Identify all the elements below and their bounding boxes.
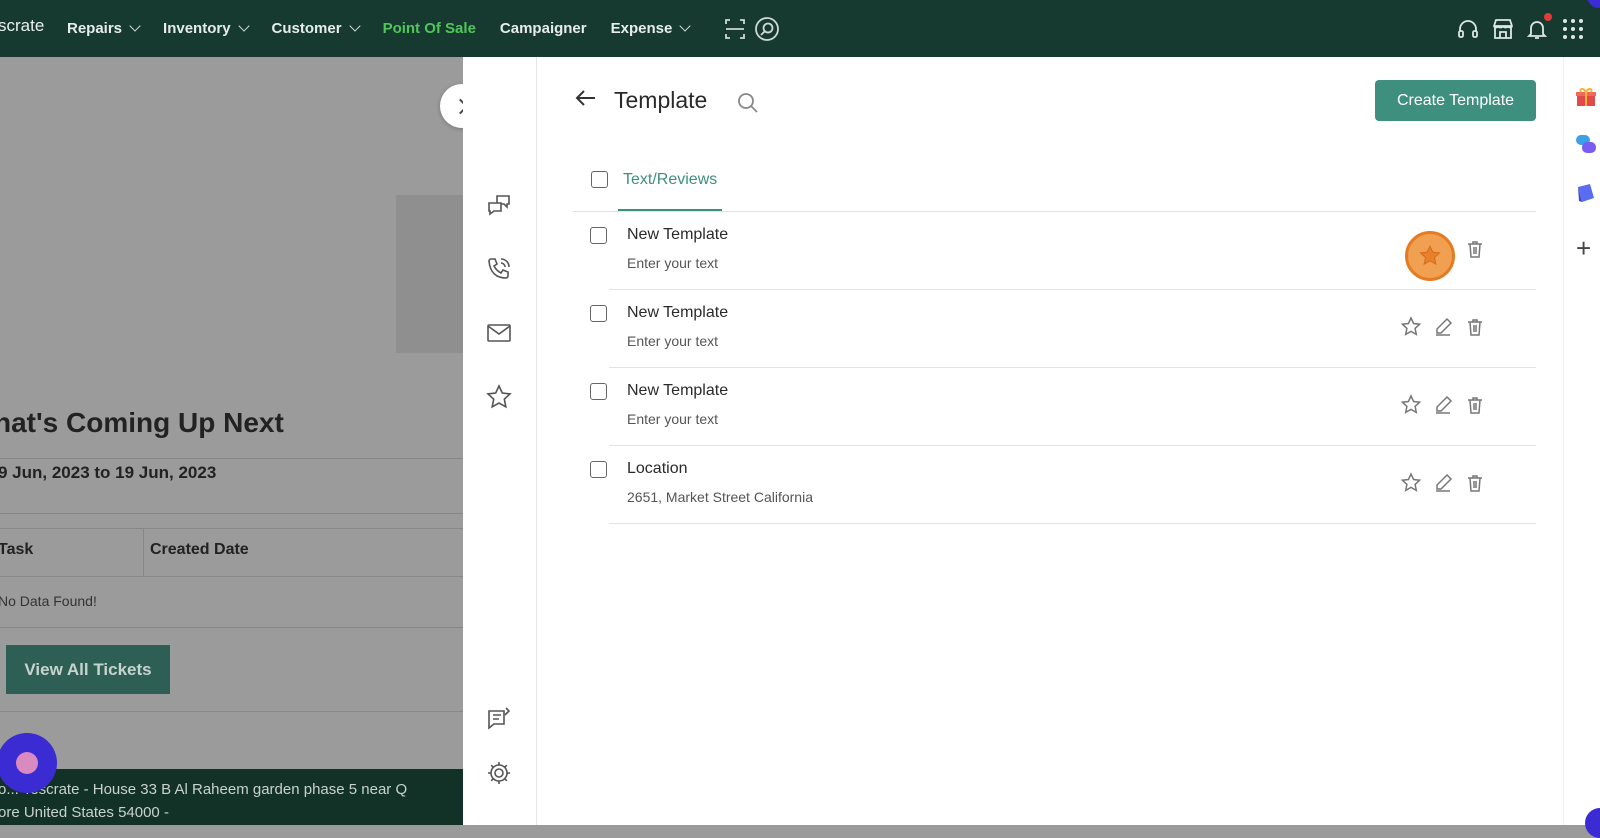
trash-icon[interactable] [1464,316,1486,338]
template-title: Location [627,460,688,477]
cube-app-icon[interactable] [1574,181,1598,205]
divider [0,711,463,712]
add-app-icon[interactable]: + [1576,235,1591,261]
footer: o... Tescrate - House 33 B Al Raheem gar… [0,769,463,825]
background-dashboard: hat's Coming Up Next 9 Jun, 2023 to 19 J… [0,57,463,825]
feedback-note-icon[interactable] [485,705,513,733]
divider [0,513,463,514]
template-row[interactable]: New Template Enter your text [573,368,1536,446]
nav-campaigner[interactable]: Campaigner [500,20,587,37]
notification-dot [1544,13,1552,21]
star-icon[interactable] [1400,472,1422,494]
divider [0,627,463,628]
nav-label: Expense [610,20,673,37]
edit-icon[interactable] [1432,472,1454,494]
chevron-down-icon [129,20,141,32]
drawer-side-nav [463,57,537,825]
top-navbar: scrate Repairs Inventory Customer Point … [0,0,1600,57]
chevron-down-icon [237,20,250,32]
trash-icon[interactable] [1464,238,1486,260]
settings-gear-icon[interactable] [485,759,513,787]
panel-title: Template [614,87,708,113]
star-icon[interactable] [485,383,513,411]
template-title: New Template [627,304,729,321]
upcoming-heading: hat's Coming Up Next [0,407,284,438]
nav-expense[interactable]: Expense [610,20,691,37]
search-icon[interactable] [754,16,780,42]
chat-launcher-icon [16,752,38,774]
row-divider [609,523,1536,524]
search-icon[interactable] [736,91,760,115]
date-range: 9 Jun, 2023 to 19 Jun, 2023 [0,463,217,482]
template-subtitle: Enter your text [627,411,719,427]
row-checkbox[interactable] [590,227,607,244]
column-divider [143,528,144,576]
footer-address-line1: o... Tescrate - House 33 B Al Raheem gar… [0,781,408,798]
nav-customer[interactable]: Customer [271,20,361,37]
main-menu: Repairs Inventory Customer Point Of Sale… [67,0,713,57]
right-app-rail: + [1563,57,1600,825]
chevron-down-icon [679,20,691,32]
gift-box-icon[interactable] [1574,85,1598,109]
row-checkbox[interactable] [590,461,607,478]
template-row[interactable]: New Template Enter your text [573,290,1536,368]
chat-app-icon[interactable] [1574,133,1598,157]
template-subtitle: 2651, Market Street California [627,489,813,505]
mail-icon[interactable] [485,319,513,347]
view-all-tickets-button[interactable]: View All Tickets [6,645,170,694]
background-card [396,195,463,353]
row-checkbox[interactable] [590,305,607,322]
nav-label: Inventory [163,20,231,37]
edit-icon[interactable] [1432,394,1454,416]
nav-label: Point Of Sale [382,20,476,37]
nav-label: Customer [271,20,342,37]
column-task: Task [0,541,34,558]
nav-inventory[interactable]: Inventory [163,20,250,37]
template-subtitle: Enter your text [627,333,719,349]
template-row[interactable]: New Template Enter your text [573,212,1536,290]
divider [0,576,463,577]
nav-repairs[interactable]: Repairs [67,20,141,37]
favorite-star-button-active[interactable] [1405,231,1455,281]
brand-logo[interactable]: scrate [0,16,44,36]
nav-point-of-sale[interactable]: Point Of Sale [383,20,476,37]
edit-icon[interactable] [1432,316,1454,338]
headset-icon[interactable] [1455,16,1481,42]
nav-label: Repairs [67,20,123,37]
barcode-scan-icon[interactable] [722,16,748,42]
template-title: New Template [627,226,729,243]
template-drawer: Template Create Template Text/Reviews Ne… [463,57,1563,825]
footer-address-line2: ore United States 54000 - [0,804,169,821]
chat-bubbles-icon[interactable] [485,191,513,219]
template-subtitle: Enter your text [627,255,719,271]
divider [0,528,463,529]
nav-label: Campaigner [499,20,587,37]
trash-icon[interactable] [1464,472,1486,494]
tab-text-reviews[interactable]: Text/Reviews [618,157,723,211]
star-icon[interactable] [1400,394,1422,416]
chevron-down-icon [348,20,361,32]
empty-state: No Data Found! [0,593,97,609]
select-all-checkbox[interactable] [591,171,608,188]
template-row[interactable]: Location 2651, Market Street California [573,446,1536,524]
star-icon[interactable] [1400,316,1422,338]
phone-call-icon[interactable] [485,255,513,283]
template-tabs: Text/Reviews [573,157,1536,212]
apps-grid-icon[interactable] [1560,16,1586,42]
back-arrow-icon[interactable] [573,85,599,111]
create-template-button[interactable]: Create Template [1375,80,1536,121]
column-created-date: Created Date [150,541,249,558]
divider [0,458,463,459]
store-icon[interactable] [1490,16,1516,42]
row-checkbox[interactable] [590,383,607,400]
template-title: New Template [627,382,729,399]
trash-icon[interactable] [1464,394,1486,416]
